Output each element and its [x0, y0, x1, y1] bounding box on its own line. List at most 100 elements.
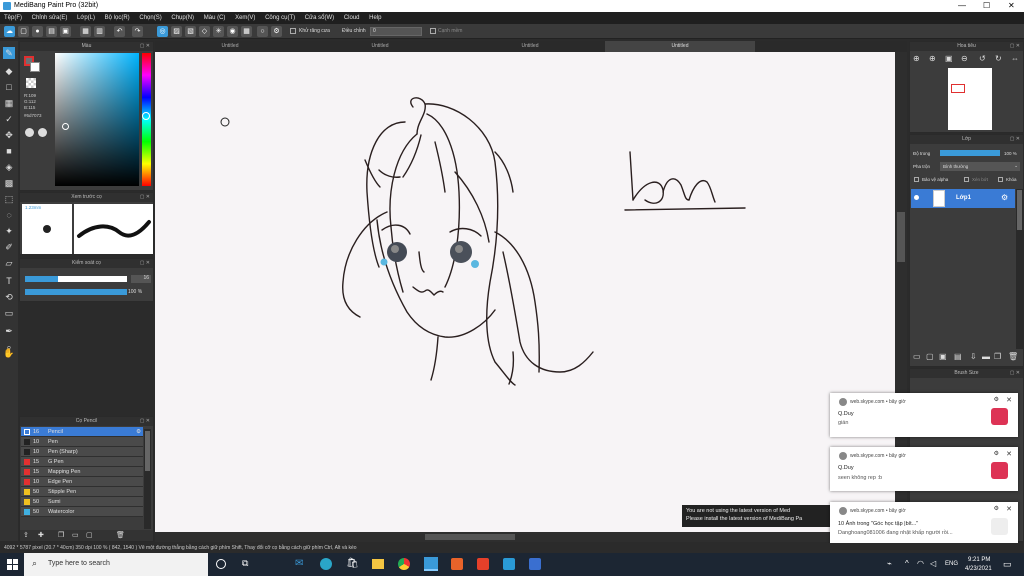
layer-row[interactable]: Lớp1 ⚙ — [911, 189, 1015, 208]
delete-layer-icon[interactable]: 🗑 — [1008, 352, 1018, 361]
snap-settings-icon[interactable]: ⚙ — [271, 26, 282, 37]
brush-list-scrollbar[interactable] — [144, 429, 151, 529]
language-indicator[interactable]: ENG — [945, 561, 958, 567]
magic-wand-icon[interactable]: ✦ — [3, 225, 15, 237]
flip-icon[interactable]: ⇔ — [1011, 54, 1019, 63]
brush-item-pen[interactable]: 10 Pen — [21, 437, 143, 447]
menu-edit[interactable]: Chỉnh sửa(E) — [28, 12, 72, 21]
notification-close-icon[interactable]: ✕ — [1006, 396, 1012, 404]
add-brush-icon[interactable]: ✚ — [38, 531, 44, 539]
panel-close-icon[interactable]: ▢ ✕ — [140, 42, 150, 51]
brush-opacity-value[interactable]: 100 % — [128, 289, 142, 295]
grid-icon[interactable]: ▦ — [80, 26, 91, 37]
brush-size-value[interactable]: 16 — [131, 275, 151, 283]
new-8bit-layer-icon[interactable]: ▣ — [939, 352, 947, 361]
wifi-icon[interactable]: ◠ — [917, 559, 924, 568]
layer-scrollbar[interactable] — [1016, 189, 1023, 349]
brush-item-g-pen[interactable]: 15 G Pen — [21, 457, 143, 467]
document-tab-active[interactable]: Untitled — [605, 41, 755, 52]
duplicate-layer-icon[interactable]: ❐ — [994, 352, 1001, 361]
minimize-button[interactable]: — — [958, 1, 966, 10]
snap-circle-icon[interactable]: ◉ — [227, 26, 238, 37]
text-tool-icon[interactable]: T — [3, 275, 15, 287]
canvas-horizontal-scrollbar[interactable] — [155, 532, 895, 542]
pen-tool-icon[interactable]: ✓ — [3, 113, 15, 125]
snap-off-icon[interactable]: ◎ — [157, 26, 168, 37]
dot-tool-icon[interactable]: ▦ — [3, 97, 15, 109]
menu-help[interactable]: Help — [365, 12, 385, 21]
lasso-tool-icon[interactable]: ◌ — [3, 209, 15, 221]
brush-folder-icon[interactable]: ▭ — [72, 531, 79, 539]
panel-close-icon[interactable]: ▢ ✕ — [140, 259, 150, 268]
close-button[interactable]: ✕ — [1008, 1, 1015, 10]
eraser-tool-icon[interactable]: ◆ — [3, 65, 15, 77]
cortana-icon[interactable] — [216, 559, 226, 569]
protect-alpha-checkbox[interactable] — [914, 177, 919, 182]
remote-icon[interactable] — [503, 558, 515, 570]
fit-icon[interactable]: ▣ — [945, 54, 953, 63]
panel-close-icon[interactable]: ▢ ✕ — [1010, 369, 1020, 378]
shield-icon[interactable] — [451, 558, 463, 570]
brave-icon[interactable] — [477, 558, 489, 570]
panel-close-icon[interactable]: ▢ ✕ — [1010, 42, 1020, 51]
notification-settings-icon[interactable]: ⚙ — [994, 505, 999, 512]
new-halftone-layer-icon[interactable]: ▢ — [926, 352, 934, 361]
layer-visibility-eye-icon[interactable] — [914, 195, 919, 200]
navigator-thumbnail[interactable] — [948, 68, 992, 130]
color-picker-cursor[interactable] — [62, 123, 69, 130]
document-tab[interactable]: Untitled — [455, 41, 605, 52]
correction-select[interactable]: 0 — [370, 27, 422, 36]
taskbar-search-box[interactable]: ⌕ Type here to search — [24, 553, 208, 576]
task-view-icon[interactable]: ⧉ — [242, 558, 248, 569]
layer-opacity-slider[interactable] — [940, 150, 1000, 156]
panel-close-icon[interactable]: ▢ ✕ — [140, 193, 150, 202]
redo-icon[interactable]: ↷ — [132, 26, 143, 37]
zoom-in-icon[interactable]: ⊕ — [913, 54, 920, 63]
menu-select[interactable]: Chọn(S) — [135, 12, 165, 21]
maximize-button[interactable]: ☐ — [983, 1, 990, 10]
lock-checkbox[interactable] — [998, 177, 1003, 182]
open-icon[interactable]: ▤ — [46, 26, 57, 37]
select-tool-icon[interactable]: ⬚ — [3, 193, 15, 205]
network-tray-icon[interactable]: ⌁ — [887, 559, 892, 568]
actual-size-icon[interactable]: ⊖ — [961, 54, 968, 63]
notification-card[interactable]: web.skype.com • bây giờ ⚙ ✕ Q.Duy seen k… — [830, 447, 1018, 491]
undo-icon[interactable]: ↶ — [114, 26, 125, 37]
windows-start-icon[interactable] — [7, 559, 18, 570]
snap-cross-icon[interactable]: ▧ — [185, 26, 196, 37]
brush-size-slider[interactable] — [25, 276, 127, 282]
file-explorer-icon[interactable] — [372, 559, 384, 569]
medibang-taskbar-icon[interactable] — [424, 557, 438, 571]
merge-layer-icon[interactable]: ⇩ — [970, 352, 977, 361]
add-layer-menu-icon[interactable]: ▤ — [954, 352, 962, 361]
layout-icon[interactable]: ▥ — [94, 26, 105, 37]
brush-item-edge-pen[interactable]: 10 Edge Pen — [21, 477, 143, 487]
fill-rect-tool-icon[interactable]: ■ — [3, 145, 15, 157]
store-icon[interactable]: 🛍 — [346, 558, 359, 569]
shape-tool-icon[interactable]: □ — [3, 81, 15, 93]
mail-icon[interactable]: ✉ — [295, 558, 303, 569]
hand-tool-icon[interactable]: ✋ — [3, 347, 15, 359]
brush-item-pencil[interactable]: 16 Pencil ⚙ — [21, 427, 143, 437]
photos-icon[interactable] — [529, 558, 541, 570]
clipping-checkbox[interactable] — [964, 177, 969, 182]
menu-window[interactable]: Cửa sổ(W) — [301, 12, 338, 21]
layer-folder-icon[interactable]: ▬ — [982, 352, 990, 361]
canvas-edge-checkbox[interactable] — [430, 28, 436, 34]
menu-layer[interactable]: Lớp(L) — [73, 12, 99, 21]
layer-settings-icon[interactable]: ⚙ — [1001, 193, 1008, 202]
brush-tool-icon[interactable]: ✎ — [3, 47, 15, 59]
divide-tool-icon[interactable]: ▭ — [3, 307, 15, 319]
brush-settings-icon[interactable]: ⚙ — [136, 427, 141, 437]
delete-brush-icon[interactable]: 🗑 — [116, 531, 125, 539]
brush-item-pen-sharp[interactable]: 10 Pen (Sharp) — [21, 447, 143, 457]
panel-close-icon[interactable]: ▢ ✕ — [1010, 135, 1020, 144]
notification-settings-icon[interactable]: ⚙ — [994, 396, 999, 403]
panel-close-icon[interactable]: ▢ ✕ — [140, 417, 150, 426]
brush-opacity-slider[interactable] — [25, 289, 127, 295]
zoom-out-icon[interactable]: ⊕ — [929, 54, 936, 63]
cloud-icon[interactable]: ☁ — [4, 26, 15, 37]
notification-close-icon[interactable]: ✕ — [1006, 450, 1012, 458]
new-layer-icon[interactable]: ▭ — [913, 352, 921, 361]
menu-color[interactable]: Màu (C) — [200, 12, 230, 21]
